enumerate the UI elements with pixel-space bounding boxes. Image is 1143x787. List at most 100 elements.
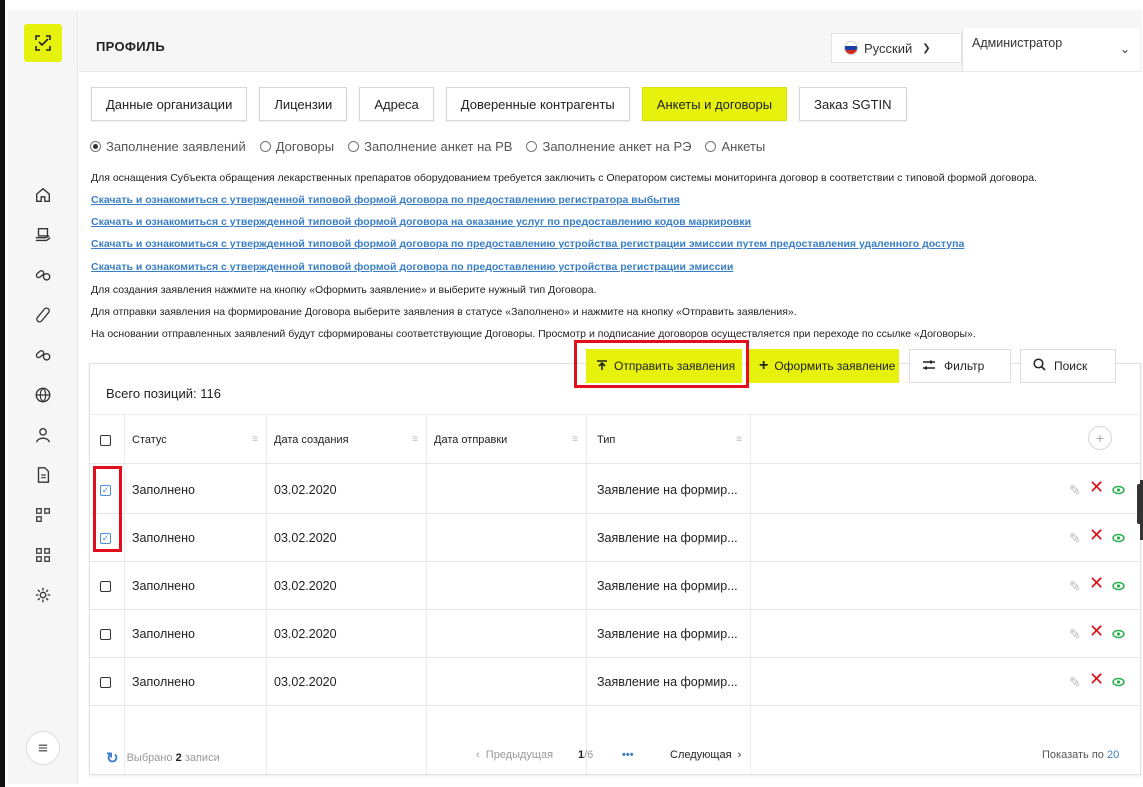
tab-organization-data[interactable]: Данные организации bbox=[91, 87, 248, 121]
create-label: Оформить заявление bbox=[774, 359, 896, 373]
row-checkbox-cell bbox=[100, 610, 111, 658]
delete-icon[interactable]: ✕ bbox=[1089, 526, 1104, 544]
prev-page-button[interactable]: ‹ Предыдущая bbox=[476, 749, 553, 761]
row-checkbox[interactable] bbox=[100, 580, 111, 592]
radio-label: Заполнение заявлений bbox=[106, 139, 246, 154]
edit-icon[interactable]: ✎ bbox=[1069, 530, 1081, 546]
document-icon[interactable] bbox=[27, 460, 59, 490]
settings-icon[interactable] bbox=[27, 580, 59, 610]
radio-dot[interactable] bbox=[348, 141, 360, 152]
created-cell: 03.02.2020 bbox=[274, 531, 337, 545]
sort-icon[interactable]: ≡ bbox=[736, 434, 742, 445]
tab-trusted-contractors[interactable]: Доверенные контрагенты bbox=[445, 87, 630, 121]
payment-icon[interactable] bbox=[27, 220, 59, 250]
download-link-marking-codes[interactable]: Скачать и ознакомиться с утвержденной ти… bbox=[91, 216, 751, 228]
row-checkbox[interactable] bbox=[100, 676, 111, 688]
sort-icon[interactable]: ≡ bbox=[412, 434, 418, 445]
add-column-icon[interactable]: + bbox=[1088, 426, 1112, 450]
pills-alt-icon[interactable] bbox=[27, 340, 59, 370]
mode-radio-group: Заполнение заявлений Договоры Заполнение… bbox=[90, 139, 765, 154]
radio-dot[interactable] bbox=[705, 141, 717, 152]
create-application-button[interactable]: + Оформить заявление bbox=[749, 349, 899, 383]
radio-forms-rv[interactable]: Заполнение анкет на РВ bbox=[348, 139, 512, 154]
edit-icon[interactable]: ✎ bbox=[1069, 482, 1081, 498]
structure-icon[interactable] bbox=[27, 500, 59, 530]
menu-icon[interactable] bbox=[26, 731, 60, 765]
delete-icon[interactable]: ✕ bbox=[1089, 574, 1104, 592]
refresh-icon[interactable]: ↻ bbox=[106, 749, 119, 767]
table-row[interactable]: Заполнено 03.02.2020 Заявление на формир… bbox=[90, 514, 1140, 562]
radio-dot[interactable] bbox=[259, 141, 271, 152]
download-link-registrar[interactable]: Скачать и ознакомиться с утвержденной ти… bbox=[91, 194, 680, 206]
select-all-checkbox[interactable] bbox=[100, 434, 111, 446]
status-cell: Заполнено bbox=[132, 483, 195, 497]
created-cell: 03.02.2020 bbox=[274, 627, 337, 641]
tab-forms-contracts[interactable]: Анкеты и договоры bbox=[641, 87, 788, 121]
download-link-emission[interactable]: Скачать и ознакомиться с утвержденной ти… bbox=[91, 261, 733, 273]
type-cell: Заявление на формир... bbox=[597, 531, 738, 545]
user-menu[interactable]: Администратор ⌄ bbox=[962, 28, 1140, 71]
table-row[interactable]: Заполнено 03.02.2020 Заявление на формир… bbox=[90, 562, 1140, 610]
column-type[interactable]: Тип ≡ bbox=[586, 415, 750, 465]
column-status[interactable]: Статус ≡ bbox=[124, 415, 266, 465]
edit-icon[interactable]: ✎ bbox=[1069, 578, 1081, 594]
grid-icon[interactable] bbox=[27, 540, 59, 570]
edit-icon[interactable]: ✎ bbox=[1069, 626, 1081, 642]
table-row[interactable]: Заполнено 03.02.2020 Заявление на формир… bbox=[90, 610, 1140, 658]
next-page-button[interactable]: Следующая › bbox=[670, 749, 741, 761]
capsule-icon[interactable] bbox=[27, 300, 59, 330]
page-indicator: 1/6 bbox=[578, 749, 593, 761]
view-icon[interactable] bbox=[1112, 674, 1125, 690]
delete-icon[interactable]: ✕ bbox=[1089, 478, 1104, 496]
sidebar bbox=[8, 10, 78, 784]
view-icon[interactable] bbox=[1112, 626, 1125, 642]
search-icon bbox=[1033, 358, 1046, 374]
pills-icon[interactable] bbox=[27, 260, 59, 290]
sort-icon[interactable]: ≡ bbox=[572, 434, 578, 445]
radio-dot[interactable] bbox=[526, 141, 538, 152]
info-note-create: Для создания заявления нажмите на кнопку… bbox=[91, 284, 597, 296]
language-select[interactable]: Русский ❯ bbox=[831, 33, 962, 63]
column-created[interactable]: Дата создания ≡ bbox=[266, 415, 426, 465]
total-count: Всего позиций: 116 bbox=[106, 386, 221, 401]
view-icon[interactable] bbox=[1112, 578, 1125, 594]
view-icon[interactable] bbox=[1112, 530, 1125, 546]
column-sent[interactable]: Дата отправки ≡ bbox=[426, 415, 586, 465]
chevron-left-icon: ‹ bbox=[476, 749, 486, 761]
russia-flag-icon bbox=[844, 41, 858, 55]
column-label: Дата отправки bbox=[434, 434, 508, 446]
delete-icon[interactable]: ✕ bbox=[1089, 670, 1104, 688]
view-icon[interactable] bbox=[1112, 482, 1125, 498]
download-link-remote-emission[interactable]: Скачать и ознакомиться с утвержденной ти… bbox=[91, 238, 964, 250]
user-icon[interactable] bbox=[27, 420, 59, 450]
radio-contracts[interactable]: Договоры bbox=[259, 139, 334, 154]
send-applications-button[interactable]: Отправить заявления bbox=[586, 349, 742, 383]
radio-forms-re[interactable]: Заполнение анкет на РЭ bbox=[526, 139, 691, 154]
edit-icon[interactable]: ✎ bbox=[1069, 674, 1081, 690]
page-size-value[interactable]: 20 bbox=[1107, 749, 1119, 761]
radio-questionnaires[interactable]: Анкеты bbox=[705, 139, 765, 154]
delete-icon[interactable]: ✕ bbox=[1089, 622, 1104, 640]
table-row[interactable]: Заполнено 03.02.2020 Заявление на формир… bbox=[90, 658, 1140, 706]
radio-fill-applications[interactable]: Заполнение заявлений bbox=[90, 139, 246, 154]
tab-addresses[interactable]: Адреса bbox=[359, 87, 434, 121]
radio-dot[interactable] bbox=[90, 141, 101, 152]
status-cell: Заполнено bbox=[132, 531, 195, 545]
home-icon[interactable] bbox=[27, 180, 59, 210]
page-size-control[interactable]: Показать по 20 bbox=[1042, 749, 1119, 761]
created-cell: 03.02.2020 bbox=[274, 675, 337, 689]
tab-sgtin-order[interactable]: Заказ SGTIN bbox=[799, 87, 907, 121]
row-checkbox[interactable] bbox=[100, 628, 111, 640]
language-label: Русский bbox=[864, 40, 913, 56]
filter-button[interactable]: Фильтр bbox=[909, 349, 1011, 383]
more-pages-button[interactable]: ••• bbox=[622, 749, 634, 761]
filter-label: Фильтр bbox=[944, 359, 985, 373]
sort-icon[interactable]: ≡ bbox=[252, 434, 258, 445]
table-row[interactable]: Заполнено 03.02.2020 Заявление на формир… bbox=[90, 466, 1140, 514]
tab-licenses[interactable]: Лицензии bbox=[259, 87, 348, 121]
globe-icon[interactable] bbox=[27, 380, 59, 410]
search-label: Поиск bbox=[1054, 359, 1088, 373]
app-logo-icon[interactable] bbox=[24, 24, 62, 62]
profile-tabs: Данные организации Лицензии Адреса Довер… bbox=[91, 87, 907, 121]
search-button[interactable]: Поиск bbox=[1020, 349, 1116, 383]
